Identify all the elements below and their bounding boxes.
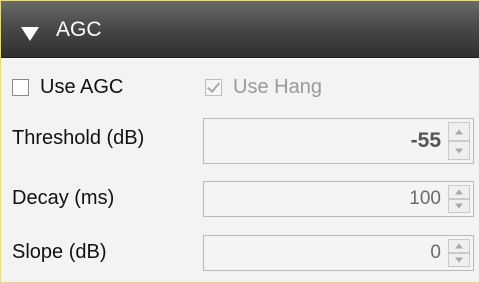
threshold-spin-buttons xyxy=(448,122,470,160)
decay-up-arrow-icon[interactable] xyxy=(448,185,470,199)
use-hang-option: Use Hang xyxy=(205,73,322,101)
decay-value[interactable]: 100 xyxy=(409,188,441,210)
threshold-down-arrow-icon[interactable] xyxy=(448,141,470,160)
decay-spinner[interactable]: 100 xyxy=(203,181,474,217)
use-agc-checkbox[interactable] xyxy=(12,78,29,96)
decay-label: Decay (ms) xyxy=(12,187,115,209)
slope-value[interactable]: 0 xyxy=(430,242,441,264)
threshold-value[interactable]: -55 xyxy=(411,129,441,153)
use-hang-label: Use Hang xyxy=(233,75,322,98)
use-agc-option[interactable]: Use AGC xyxy=(12,73,123,101)
agc-panel: AGC Use AGC Use Hang Threshold (dB) -55 … xyxy=(0,0,480,283)
slope-down-arrow-icon[interactable] xyxy=(448,253,470,267)
threshold-spinner[interactable]: -55 xyxy=(203,118,474,164)
threshold-label: Threshold (dB) xyxy=(12,127,145,149)
slope-spinner[interactable]: 0 xyxy=(203,235,474,271)
decay-down-arrow-icon[interactable] xyxy=(448,199,470,213)
use-agc-label: Use AGC xyxy=(40,75,124,98)
slope-spin-buttons xyxy=(448,239,470,267)
slope-label: Slope (dB) xyxy=(12,241,107,263)
collapse-triangle-icon[interactable] xyxy=(21,27,39,41)
slope-up-arrow-icon[interactable] xyxy=(448,239,470,253)
use-hang-checkbox xyxy=(205,78,222,96)
threshold-up-arrow-icon[interactable] xyxy=(448,122,470,141)
decay-spin-buttons xyxy=(448,185,470,213)
agc-section-header[interactable]: AGC xyxy=(1,1,479,58)
section-title: AGC xyxy=(56,18,102,41)
